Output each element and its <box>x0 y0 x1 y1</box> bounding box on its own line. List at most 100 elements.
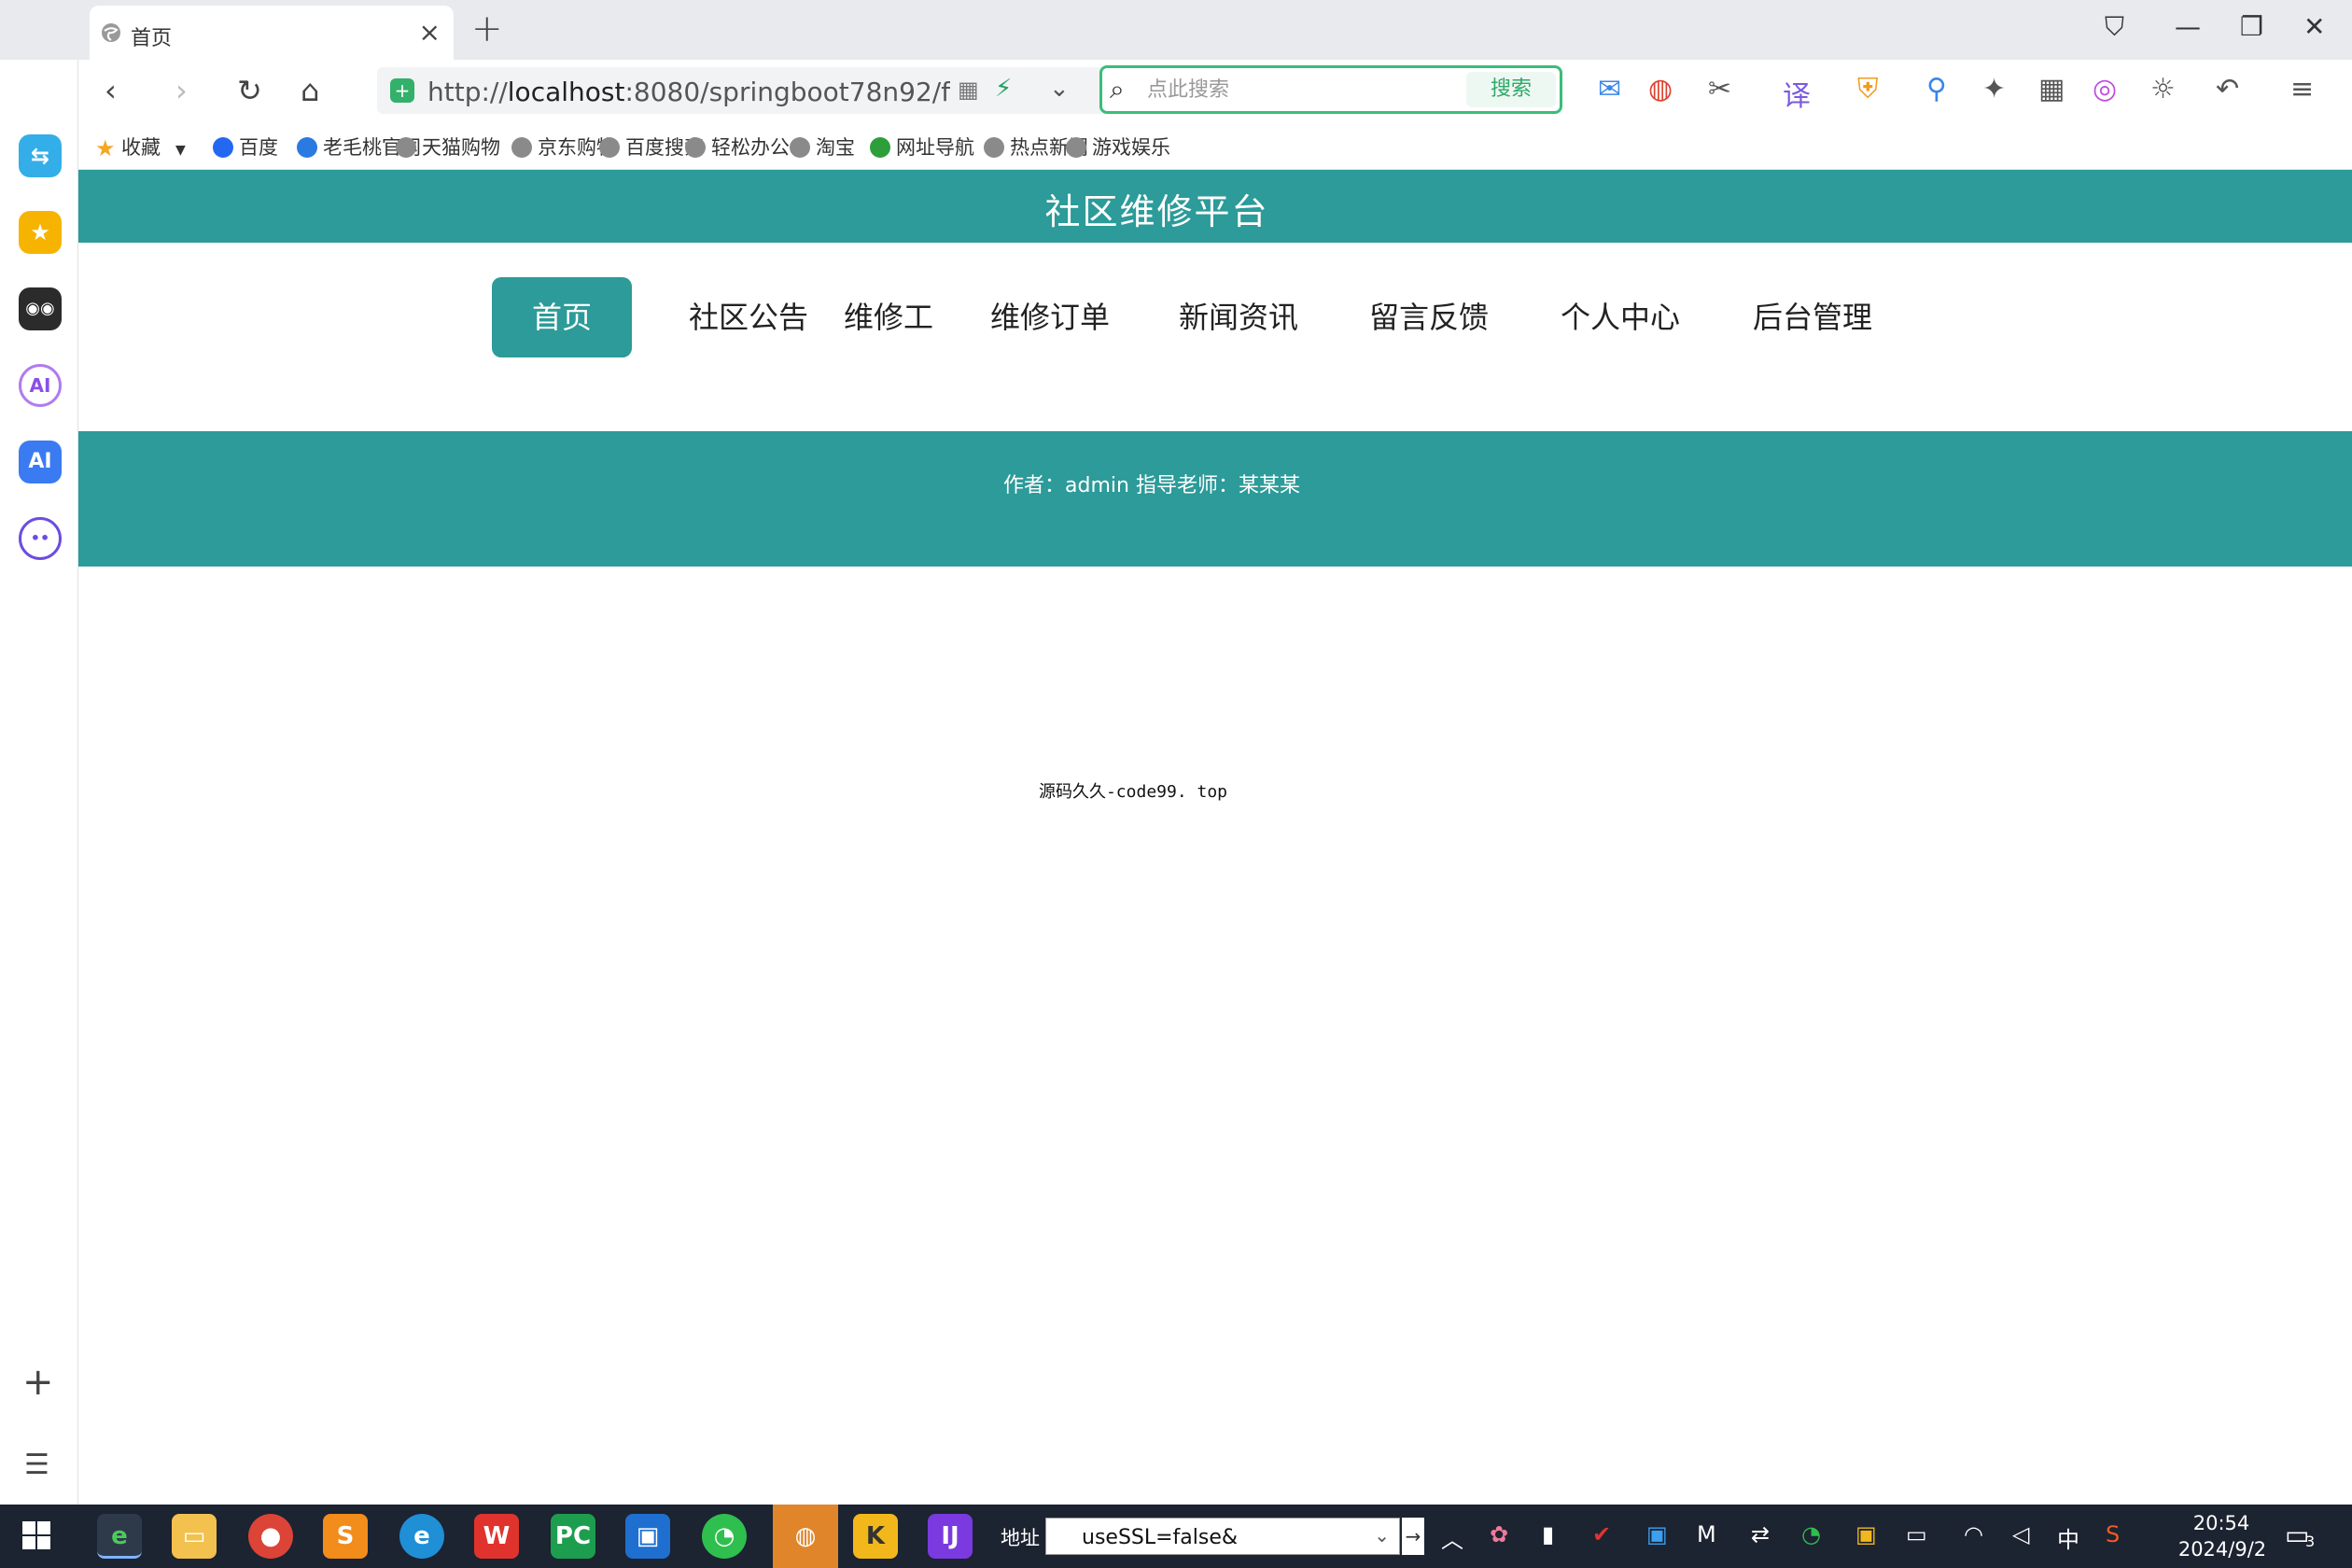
search-input[interactable] <box>1147 74 1455 105</box>
globe-icon <box>511 137 532 158</box>
tray-wechat-icon[interactable]: ◔ <box>1801 1521 1821 1547</box>
bookmark-item[interactable]: 网址导航 <box>870 133 974 161</box>
skin-icon[interactable]: ⛉ <box>2105 11 2124 43</box>
bookmark-label: 游戏娱乐 <box>1092 136 1170 159</box>
bookmark-item[interactable]: ★ 收藏 ▼ <box>95 133 186 161</box>
screenshot-scissors-icon[interactable]: ✂ <box>1708 73 1731 105</box>
clock-date[interactable]: 2024/9/2 <box>2162 1538 2283 1561</box>
tray-usb-icon[interactable]: ▮ <box>1542 1521 1554 1547</box>
sidebar-app-robot-icon[interactable]: ◉◉ <box>19 287 62 330</box>
tab-home[interactable]: 首页 × <box>90 6 454 60</box>
web-page: 社区维修平台 首页 社区公告 维修工 维修订单 新闻资讯 留言反馈 个人中心 后台管理 作者：… <box>78 170 2352 1505</box>
search-icon: ⌕ <box>1110 74 1125 105</box>
go-arrow-icon[interactable]: → <box>1402 1518 1424 1555</box>
reload-icon[interactable]: ↻ <box>237 73 262 108</box>
tray-app-red-icon[interactable]: ✔ <box>1592 1521 1611 1547</box>
bookmark-label: 天猫购物 <box>422 136 500 159</box>
restore-icon[interactable]: ❐ <box>2240 11 2263 42</box>
taskbar-address-input[interactable] <box>1082 1524 1362 1550</box>
menu-item-7[interactable]: 个人中心 <box>1550 277 1690 357</box>
sidebar-app-translate-icon[interactable]: ⇆ <box>19 134 62 177</box>
minimize-icon[interactable]: — <box>2175 11 2201 42</box>
sidebar-app-ai-assistant-icon[interactable]: AI <box>19 441 62 483</box>
forward-icon[interactable]: › <box>175 73 188 108</box>
url-text[interactable]: http://localhost:8080/springboot78n92/fr… <box>427 77 950 107</box>
tray-app-blue-icon[interactable]: ▣ <box>1646 1521 1668 1547</box>
bookmark-label: 收藏 <box>121 136 161 159</box>
bookmark-label: 百度 <box>239 136 278 159</box>
menu-item-5[interactable]: 新闻资讯 <box>1169 277 1309 357</box>
windows-taskbar: e ▭ ● S e W PC ▣ ◔ ◍ K IJ 地址 ⌄ → ︿ ✿ ▮ ✔… <box>0 1505 2352 1568</box>
chevron-down-icon[interactable]: ⌄ <box>1049 75 1070 103</box>
taskbar-media-icon[interactable]: K <box>853 1514 898 1559</box>
tray-expand-icon[interactable]: ︿ <box>1441 1521 1463 1554</box>
nav-plus-icon <box>870 137 890 158</box>
taskbar-wechat-icon[interactable]: ◔ <box>702 1514 747 1559</box>
star-icon: ★ <box>95 135 116 161</box>
undo-icon[interactable]: ↶ <box>2216 73 2239 105</box>
sidebar-app-ai-icon[interactable]: AI <box>19 364 62 407</box>
qr-code-icon[interactable]: ▦ <box>958 77 979 103</box>
extensions-icon[interactable]: ✦ <box>1982 73 2006 105</box>
taskbar-app-icon[interactable]: ▣ <box>625 1514 670 1559</box>
bookmark-item[interactable]: 百度 <box>213 133 278 161</box>
weibo-icon[interactable]: ◍ <box>1648 73 1673 105</box>
chevron-down-icon[interactable]: ⌄ <box>1374 1524 1390 1547</box>
globe-icon <box>599 137 620 158</box>
menu-item-8[interactable]: 后台管理 <box>1743 277 1883 357</box>
tray-app-yellow-icon[interactable]: ▣ <box>1855 1521 1877 1547</box>
ai-extension-icon[interactable]: ◎ <box>2093 73 2117 105</box>
bookmark-item[interactable]: 淘宝 <box>790 133 855 161</box>
taskbar-pycharm-icon[interactable]: PC <box>551 1514 595 1559</box>
globe-icon <box>790 137 810 158</box>
caret-down-icon[interactable]: ▼ <box>175 143 186 158</box>
close-window-icon[interactable]: ✕ <box>2303 11 2325 42</box>
tray-sync-icon[interactable]: ⇄ <box>1751 1521 1770 1547</box>
taskbar-chrome-icon[interactable]: ● <box>248 1514 293 1559</box>
menu-icon[interactable]: ≡ <box>2290 73 2314 105</box>
translate-icon[interactable]: 译 <box>1783 73 1811 114</box>
tray-sogou-icon[interactable]: S <box>2106 1521 2120 1547</box>
home-icon[interactable]: ⌂ <box>301 73 319 108</box>
menu-item-6[interactable]: 留言反馈 <box>1359 277 1499 357</box>
windows-start-icon[interactable] <box>22 1521 52 1551</box>
sidebar-menu-icon[interactable]: ☰ <box>24 1449 49 1481</box>
bookmark-item[interactable]: 天猫购物 <box>396 133 500 161</box>
sidebar-app-chat-icon[interactable]: •• <box>19 517 62 560</box>
back-icon[interactable]: ‹ <box>105 73 117 108</box>
sidebar-app-favorite-icon[interactable]: ★ <box>19 211 62 254</box>
shield-extension-icon[interactable]: ⛨ <box>1857 73 1879 105</box>
bookmark-item[interactable]: 游戏娱乐 <box>1066 133 1170 161</box>
tray-app-flower-icon[interactable]: ✿ <box>1490 1521 1508 1547</box>
apps-grid-icon[interactable]: ▦ <box>2038 73 2065 105</box>
brightness-icon[interactable]: ☼ <box>2150 73 2176 105</box>
taskbar-wps-icon[interactable]: W <box>474 1514 519 1559</box>
speed-mode-icon[interactable]: ⚡ <box>995 75 1012 103</box>
tray-mail-icon[interactable]: M <box>1697 1521 1716 1547</box>
zoom-search-icon[interactable]: ⚲ <box>1926 73 1947 105</box>
bookmark-item[interactable]: 轻松办公 <box>685 133 790 161</box>
new-tab-button[interactable]: + <box>471 7 503 50</box>
tray-wifi-icon[interactable]: ◠ <box>1964 1521 1983 1547</box>
taskbar-file-explorer-icon[interactable]: ▭ <box>172 1514 217 1559</box>
taskbar-navicat-icon[interactable]: ◍ <box>773 1505 838 1568</box>
tray-volume-icon[interactable]: ◁ <box>2012 1521 2029 1547</box>
site-header: 社区维修平台 <box>78 170 2352 243</box>
menu-item-4[interactable]: 维修订单 <box>980 277 1120 357</box>
mail-icon[interactable]: ✉ <box>1598 73 1621 105</box>
taskbar-360-browser-icon[interactable]: e <box>97 1514 142 1559</box>
globe-icon <box>102 23 120 42</box>
menu-item-1[interactable]: 首页 <box>492 277 632 357</box>
menu-item-3[interactable]: 维修工 <box>830 277 947 357</box>
search-button[interactable]: 搜索 <box>1466 72 1556 107</box>
taskbar-intellij-icon[interactable]: IJ <box>928 1514 973 1559</box>
tray-battery-icon[interactable]: ▭ <box>1906 1521 1927 1547</box>
sidebar-add-icon[interactable]: + <box>22 1361 54 1404</box>
address-bar[interactable]: + http://localhost:8080/springboot78n92/… <box>377 67 1152 114</box>
tray-ime-indicator[interactable]: 中 <box>2057 1521 2079 1554</box>
tab-close-icon[interactable]: × <box>419 17 441 48</box>
taskbar-edge-icon[interactable]: e <box>399 1514 444 1559</box>
clock-time[interactable]: 20:54 <box>2175 1512 2268 1534</box>
menu-item-2[interactable]: 社区公告 <box>679 277 819 357</box>
taskbar-sublime-icon[interactable]: S <box>323 1514 368 1559</box>
